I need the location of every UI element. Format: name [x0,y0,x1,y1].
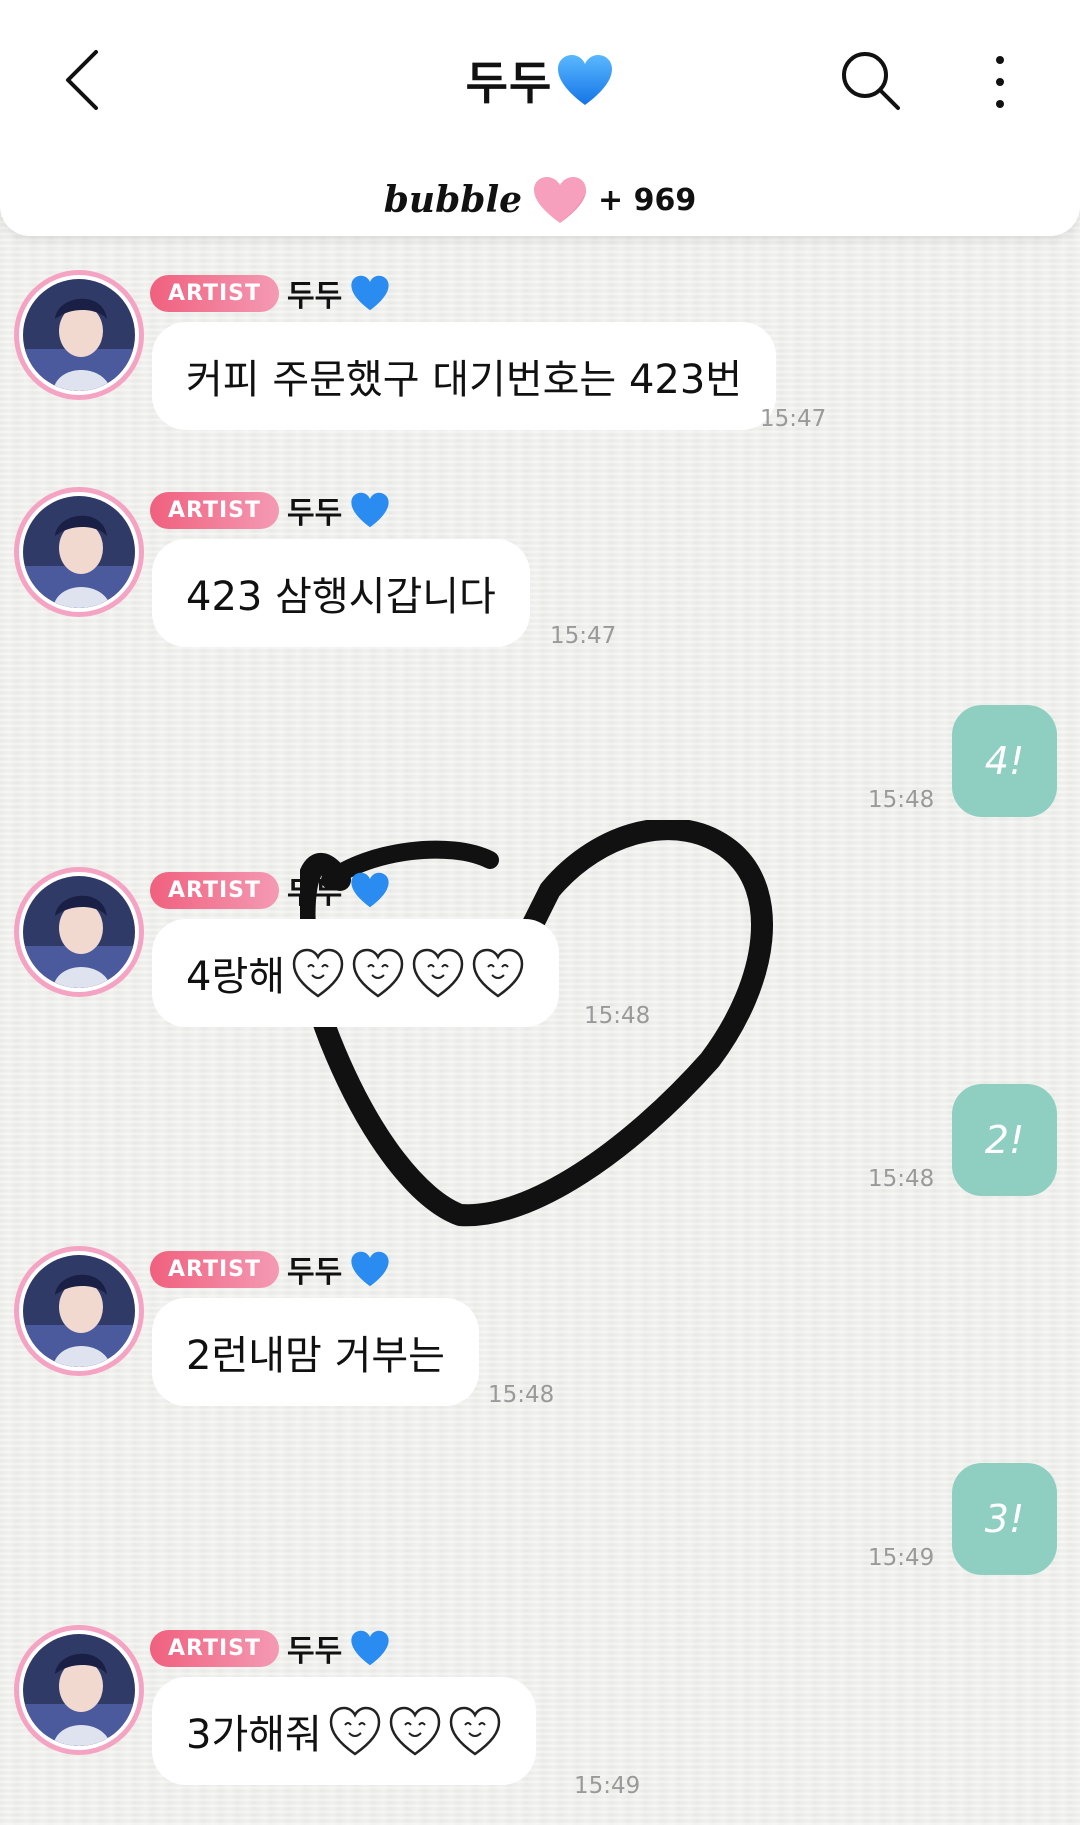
bubble-counter-bar[interactable]: bubble + 969 [0,170,1080,230]
message-text: 4랑해 [186,954,286,1000]
message-row: ARTIST 두두 커피 주문했구 대기번호는 423번 15:47 [0,270,1080,470]
avatar[interactable] [14,867,144,997]
avatar[interactable] [14,270,144,400]
message-row: ARTIST 두두 3가해줘 15:49 [0,1625,1080,1825]
smiling-heart-icon [292,948,344,998]
artist-avatar-image [23,496,135,608]
smiling-heart-icon [329,1706,381,1756]
message-time: 15:48 [488,1382,555,1408]
message-bubble[interactable]: 423 삼행시갑니다 [152,539,530,647]
artist-badge: ARTIST [150,274,280,312]
sender-name: 두두 [287,876,343,911]
message-text: 2런내맘 거부는 [186,1333,445,1379]
artist-avatar-image [23,1255,135,1367]
message-row: ARTIST 두두 2런내맘 거부는 15:48 [0,1246,1080,1446]
sender-row: ARTIST 두두 [150,487,390,533]
message-bubble[interactable]: 커피 주문했구 대기번호는 423번 [152,322,777,430]
pink-heart-icon [534,177,587,223]
sender-name: 두두 [287,279,343,314]
message-text: 423 삼행시갑니다 [186,574,496,620]
message-time: 15:47 [760,406,827,432]
chat-title-text: 두두 [465,56,553,110]
sender-row: ARTIST 두두 [150,1246,390,1292]
avatar[interactable] [14,1625,144,1755]
artist-avatar-image [23,279,135,391]
sender-row: ARTIST 두두 [150,867,390,913]
message-time: 15:48 [868,787,935,813]
blue-heart-icon [351,1630,389,1666]
message-text: 3! [984,1497,1025,1541]
avatar[interactable] [14,1246,144,1376]
smiling-heart-icon [389,1706,441,1756]
blue-heart-icon [351,492,389,528]
message-time: 15:48 [868,1166,935,1192]
blue-heart-icon [351,275,389,311]
chat-title: 두두 [300,40,780,120]
artist-badge: ARTIST [150,1250,280,1288]
message-row: ARTIST 두두 4랑해 15:48 [0,867,1080,1067]
message-time: 15:48 [584,1003,651,1029]
my-message-row: 15:49 3! [0,1463,1080,1583]
artist-badge: ARTIST [150,871,280,909]
my-message-bubble[interactable]: 3! [952,1463,1057,1575]
more-vertical-icon [996,56,1004,108]
bubble-count: + 969 [598,182,697,218]
sender-name: 두두 [287,496,343,531]
blue-heart-icon [351,1251,389,1287]
blue-heart-icon [558,55,613,105]
search-button[interactable] [838,48,904,114]
artist-avatar-image [23,876,135,988]
my-message-bubble[interactable]: 4! [952,705,1057,817]
back-button[interactable] [56,44,116,116]
message-text: 커피 주문했구 대기번호는 423번 [186,357,743,403]
more-options-button[interactable] [970,52,1030,112]
message-row: ARTIST 두두 423 삼행시갑니다 15:47 [0,487,1080,687]
smiling-heart-icon [352,948,404,998]
message-time: 15:49 [868,1545,935,1571]
my-message-bubble[interactable]: 2! [952,1084,1057,1196]
message-text: 4! [984,739,1025,783]
avatar[interactable] [14,487,144,617]
chat-header: 두두 bubble + 969 [0,0,1080,236]
artist-badge: ARTIST [150,1629,280,1667]
message-bubble[interactable]: 2런내맘 거부는 [152,1298,479,1406]
my-message-row: 15:48 4! [0,705,1080,825]
my-message-row: 15:48 2! [0,1084,1080,1204]
sender-name: 두두 [287,1255,343,1290]
search-icon [842,52,900,110]
message-text: 3가해줘 [186,1712,322,1758]
artist-badge: ARTIST [150,491,280,529]
blue-heart-icon [351,872,389,908]
smiling-heart-icon [412,948,464,998]
sender-name: 두두 [287,1634,343,1669]
bubble-brand-label: bubble [383,179,523,221]
sender-row: ARTIST 두두 [150,1625,390,1671]
message-time: 15:49 [574,1773,641,1799]
message-text: 2! [984,1118,1025,1162]
artist-avatar-image [23,1634,135,1746]
smiling-heart-icon [472,948,524,998]
sender-row: ARTIST 두두 [150,270,390,316]
message-bubble[interactable]: 4랑해 [152,919,560,1027]
smiling-heart-icon [449,1706,501,1756]
message-time: 15:47 [550,623,617,649]
message-bubble[interactable]: 3가해줘 [152,1677,536,1785]
chevron-left-icon [66,50,98,110]
